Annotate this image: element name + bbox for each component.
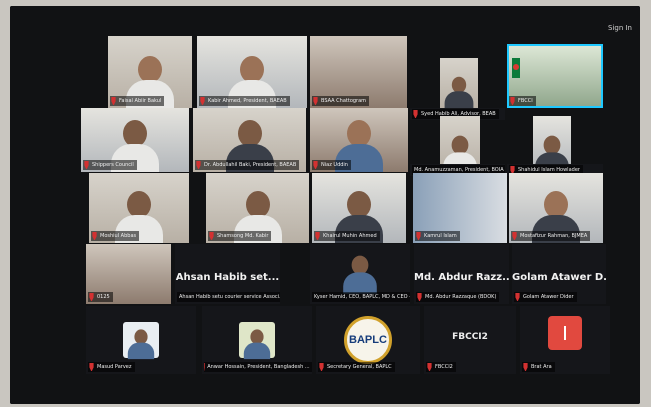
participant-tile[interactable]: 0125 xyxy=(86,244,171,304)
mic-muted-icon xyxy=(204,363,205,371)
mic-muted-icon xyxy=(315,232,320,240)
participant-name: Masud Parvez xyxy=(97,364,132,370)
mic-muted-icon xyxy=(523,363,528,371)
participant-tile[interactable]: Md. Abdur Razz... Md. Abdur Razzaque (BD… xyxy=(414,244,509,304)
mic-muted-icon xyxy=(196,161,201,169)
participant-name: Kabir Ahmed, President, BAEAB xyxy=(208,98,287,104)
participant-name: Kamrul Islam xyxy=(424,233,457,239)
participant-name: Golam Atawer Dider xyxy=(523,294,574,300)
participant-tile[interactable]: Golam Atawer D... Golam Atawer Dider xyxy=(512,244,606,304)
participant-display-name: Ahsan Habib set... xyxy=(175,272,280,283)
participant-name: FBCCI2 xyxy=(435,364,453,370)
participant-tile[interactable]: BAPLC Secretary General, BAPLC xyxy=(316,306,420,374)
participant-display-name: Md. Abdur Razz... xyxy=(414,272,509,283)
mic-muted-icon xyxy=(200,97,205,105)
participant-name: 0125 xyxy=(97,294,110,300)
participant-display-name: FBCCI2 xyxy=(452,332,488,342)
logo-text: BAPLC xyxy=(349,334,387,346)
mic-muted-icon xyxy=(89,363,94,371)
participant-name: Shippers Council xyxy=(92,162,134,168)
baplc-logo: BAPLC xyxy=(344,316,392,364)
participant-name: BSAA Chattogram xyxy=(321,98,367,104)
participant-name: FBCCI xyxy=(518,98,533,104)
video-conference-gallery: Sign In Faisal Abiir Bakul Kabir Ahmed, … xyxy=(10,6,640,404)
mic-muted-icon xyxy=(319,363,324,371)
participant-tile[interactable]: FBCCI2 FBCCI2 xyxy=(424,306,516,374)
participant-tile[interactable]: Brat Ara xyxy=(520,306,610,374)
participant-video xyxy=(342,251,378,294)
bangladesh-flag-icon xyxy=(512,58,520,78)
mic-muted-icon xyxy=(92,232,97,240)
mic-muted-icon xyxy=(515,293,520,301)
mic-muted-icon xyxy=(84,161,89,169)
participant-tile[interactable]: Anwar Hossain, President, Bangladesh ... xyxy=(202,306,312,374)
participant-name: Brat Ara xyxy=(531,364,552,370)
participant-avatar xyxy=(548,316,582,350)
active-speaker-tile[interactable]: FBCCI xyxy=(507,44,603,108)
participant-name: Shamsong Md. Kabir xyxy=(217,233,269,239)
participant-name: Anwar Hossain, President, Bangladesh ... xyxy=(207,364,310,370)
participant-display-name: Golam Atawer D... xyxy=(512,272,606,283)
mic-muted-icon xyxy=(416,232,421,240)
participant-tile[interactable]: Khairul Muhin Ahmed xyxy=(312,173,406,243)
participant-name: Moshiul Abbas xyxy=(100,233,137,239)
participant-tile[interactable]: Moshiul Abbas xyxy=(89,173,189,243)
mic-muted-icon xyxy=(209,232,214,240)
monitor-screen: Sign In Faisal Abiir Bakul Kabir Ahmed, … xyxy=(10,6,640,404)
participant-tile[interactable]: Ahsan Habib set... Ahsan Habib setu cour… xyxy=(175,244,280,304)
participant-video xyxy=(443,73,474,108)
participant-tile[interactable]: Dr. Abdullahil Baki, President, BAEAB xyxy=(193,108,306,172)
mic-muted-icon xyxy=(313,161,318,169)
mic-muted-icon xyxy=(111,97,116,105)
participant-tile[interactable]: Niaz Uddin xyxy=(310,108,408,172)
participant-tile[interactable] xyxy=(440,58,478,108)
participant-name: Md. Abdur Razzaque (BDOK) xyxy=(425,294,497,300)
participant-tile[interactable]: BSAA Chattogram xyxy=(310,36,407,108)
participant-name: Kyser Hamid, CEO, BAPLC, MD & CEO - Be..… xyxy=(314,294,410,300)
participant-name: Mostafizur Rahman, BJMEA xyxy=(520,233,588,239)
mic-muted-icon xyxy=(417,293,422,301)
mic-muted-icon xyxy=(413,110,418,118)
participant-tile[interactable]: Kabir Ahmed, President, BAEAB xyxy=(197,36,307,108)
participant-name: Dr. Abdullahil Baki, President, BAEAB xyxy=(204,162,297,168)
participant-tile[interactable]: Mostafizur Rahman, BJMEA xyxy=(509,173,603,243)
participant-avatar xyxy=(123,322,159,360)
participant-name: Secretary General, BAPLC xyxy=(327,364,392,370)
participant-tile[interactable]: Kamrul Islam xyxy=(413,173,507,243)
participant-tile[interactable]: Faisal Abiir Bakul xyxy=(108,36,192,108)
participant-avatar xyxy=(239,322,275,360)
participant-tile[interactable]: Shamsong Md. Kabir xyxy=(206,173,309,243)
mic-muted-icon xyxy=(510,97,515,105)
participant-name: Faisal Abiir Bakul xyxy=(119,98,162,104)
participant-name: Ahsan Habib setu courier service Associ.… xyxy=(179,294,280,300)
mic-muted-icon xyxy=(313,97,318,105)
participant-tile[interactable]: Masud Parvez xyxy=(86,306,196,374)
mic-muted-icon xyxy=(512,232,517,240)
participant-name: Niaz Uddin xyxy=(321,162,348,168)
mic-muted-icon xyxy=(89,293,94,301)
participant-name: Khairul Muhin Ahmed xyxy=(323,233,377,239)
participant-tile[interactable]: Shippers Council xyxy=(81,108,189,172)
participant-tile[interactable]: Kyser Hamid, CEO, BAPLC, MD & CEO - Be..… xyxy=(310,244,410,304)
sign-in-link[interactable]: Sign In xyxy=(608,24,632,32)
mic-muted-icon xyxy=(427,363,432,371)
